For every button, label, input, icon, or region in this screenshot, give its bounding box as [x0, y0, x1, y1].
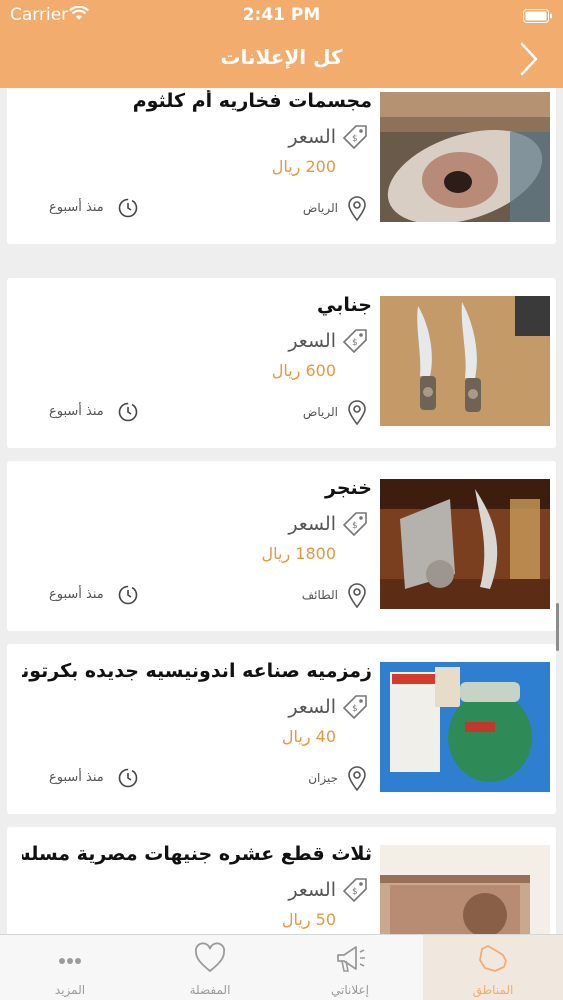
heart-icon — [190, 941, 230, 975]
location-pin-icon — [346, 400, 368, 430]
svg-text:$: $ — [352, 887, 358, 897]
ad-time: منذ أسبوع — [49, 200, 104, 215]
ad-city: جيزان — [308, 771, 338, 785]
map-icon — [473, 941, 513, 975]
price-label: السعر — [288, 330, 336, 352]
tab-bar: المزيد المفضلة إعلاناتي المناطق — [0, 934, 563, 1000]
tab-label: المناطق — [472, 983, 514, 997]
status-bar: Carrier 2:41 PM — [0, 0, 563, 32]
price-value: 600 ريال — [271, 361, 336, 380]
price-value: 200 ريال — [271, 157, 336, 176]
price-label: السعر — [288, 879, 336, 901]
battery-icon — [523, 8, 553, 27]
ad-card[interactable]: زمزميه صناعه اندونيسيه جديده بكرتونها...… — [7, 644, 556, 814]
megaphone-icon — [330, 941, 370, 975]
ad-title[interactable]: زمزميه صناعه اندونيسيه جديده بكرتونها... — [22, 660, 372, 682]
price-tag-icon: $ — [342, 328, 368, 358]
ads-list[interactable]: مجسمات فخاريه أم كلثوم $ السعر 200 ريال … — [0, 88, 563, 934]
tab-label: إعلاناتي — [331, 983, 369, 997]
ad-image-pottery — [380, 92, 550, 222]
price-label: السعر — [288, 126, 336, 148]
ad-card[interactable]: خنجر $ السعر 1800 ريال الطائف منذ أسبوع — [7, 461, 556, 631]
ad-city: الرياض — [302, 405, 338, 419]
ad-time: منذ أسبوع — [49, 404, 104, 419]
page-title: كل الإعلانات — [220, 45, 343, 69]
ad-time: منذ أسبوع — [49, 587, 104, 602]
more-icon — [50, 941, 90, 975]
tab-favorites[interactable]: المفضلة — [140, 935, 280, 1000]
clock-icon — [117, 197, 139, 223]
price-label: السعر — [288, 513, 336, 535]
price-tag-icon: $ — [342, 511, 368, 541]
tab-regions[interactable]: المناطق — [423, 935, 563, 1000]
tab-label: المفضلة — [189, 983, 231, 997]
svg-text:$: $ — [352, 338, 358, 348]
location-pin-icon — [346, 196, 368, 226]
price-tag-icon: $ — [342, 124, 368, 154]
tab-label: المزيد — [54, 983, 86, 997]
svg-text:$: $ — [352, 134, 358, 144]
location-pin-icon — [346, 583, 368, 613]
ad-title[interactable]: خنجر — [22, 477, 372, 499]
svg-text:$: $ — [352, 704, 358, 714]
svg-text:$: $ — [352, 521, 358, 531]
ad-title[interactable]: جنابي — [22, 294, 372, 316]
ad-image-khanjar — [380, 479, 550, 609]
ad-city: الطائف — [301, 588, 338, 602]
ad-image-banknotes — [380, 845, 550, 934]
ad-card[interactable]: ثلاث قطع عشره جنيهات مصرية مسلسل $ السعر… — [7, 827, 556, 934]
ad-time: منذ أسبوع — [49, 770, 104, 785]
clock-icon — [117, 767, 139, 793]
ad-image-water-jug — [380, 662, 550, 792]
ad-title[interactable]: مجسمات فخاريه أم كلثوم — [22, 90, 372, 112]
ad-city: الرياض — [302, 201, 338, 215]
tab-my-ads[interactable]: إعلاناتي — [280, 935, 420, 1000]
header: Carrier 2:41 PM كل الإعلانات — [0, 0, 563, 88]
scroll-indicator[interactable] — [556, 603, 559, 651]
price-value: 50 ريال — [281, 910, 336, 929]
price-value: 40 ريال — [281, 727, 336, 746]
ad-image-daggers — [380, 296, 550, 426]
ad-card[interactable]: مجسمات فخاريه أم كلثوم $ السعر 200 ريال … — [7, 88, 556, 244]
price-tag-icon: $ — [342, 694, 368, 724]
price-tag-icon: $ — [342, 877, 368, 907]
status-time: 2:41 PM — [242, 5, 321, 25]
ad-card[interactable]: جنابي $ السعر 600 ريال الرياض منذ أسبوع — [7, 278, 556, 448]
tab-more[interactable]: المزيد — [0, 935, 140, 1000]
location-pin-icon — [346, 766, 368, 796]
chevron-right-icon[interactable] — [519, 42, 539, 80]
price-value: 1800 ريال — [261, 544, 336, 563]
clock-icon — [117, 584, 139, 610]
ad-title[interactable]: ثلاث قطع عشره جنيهات مصرية مسلسل — [22, 843, 372, 865]
clock-icon — [117, 401, 139, 427]
price-label: السعر — [288, 696, 336, 718]
